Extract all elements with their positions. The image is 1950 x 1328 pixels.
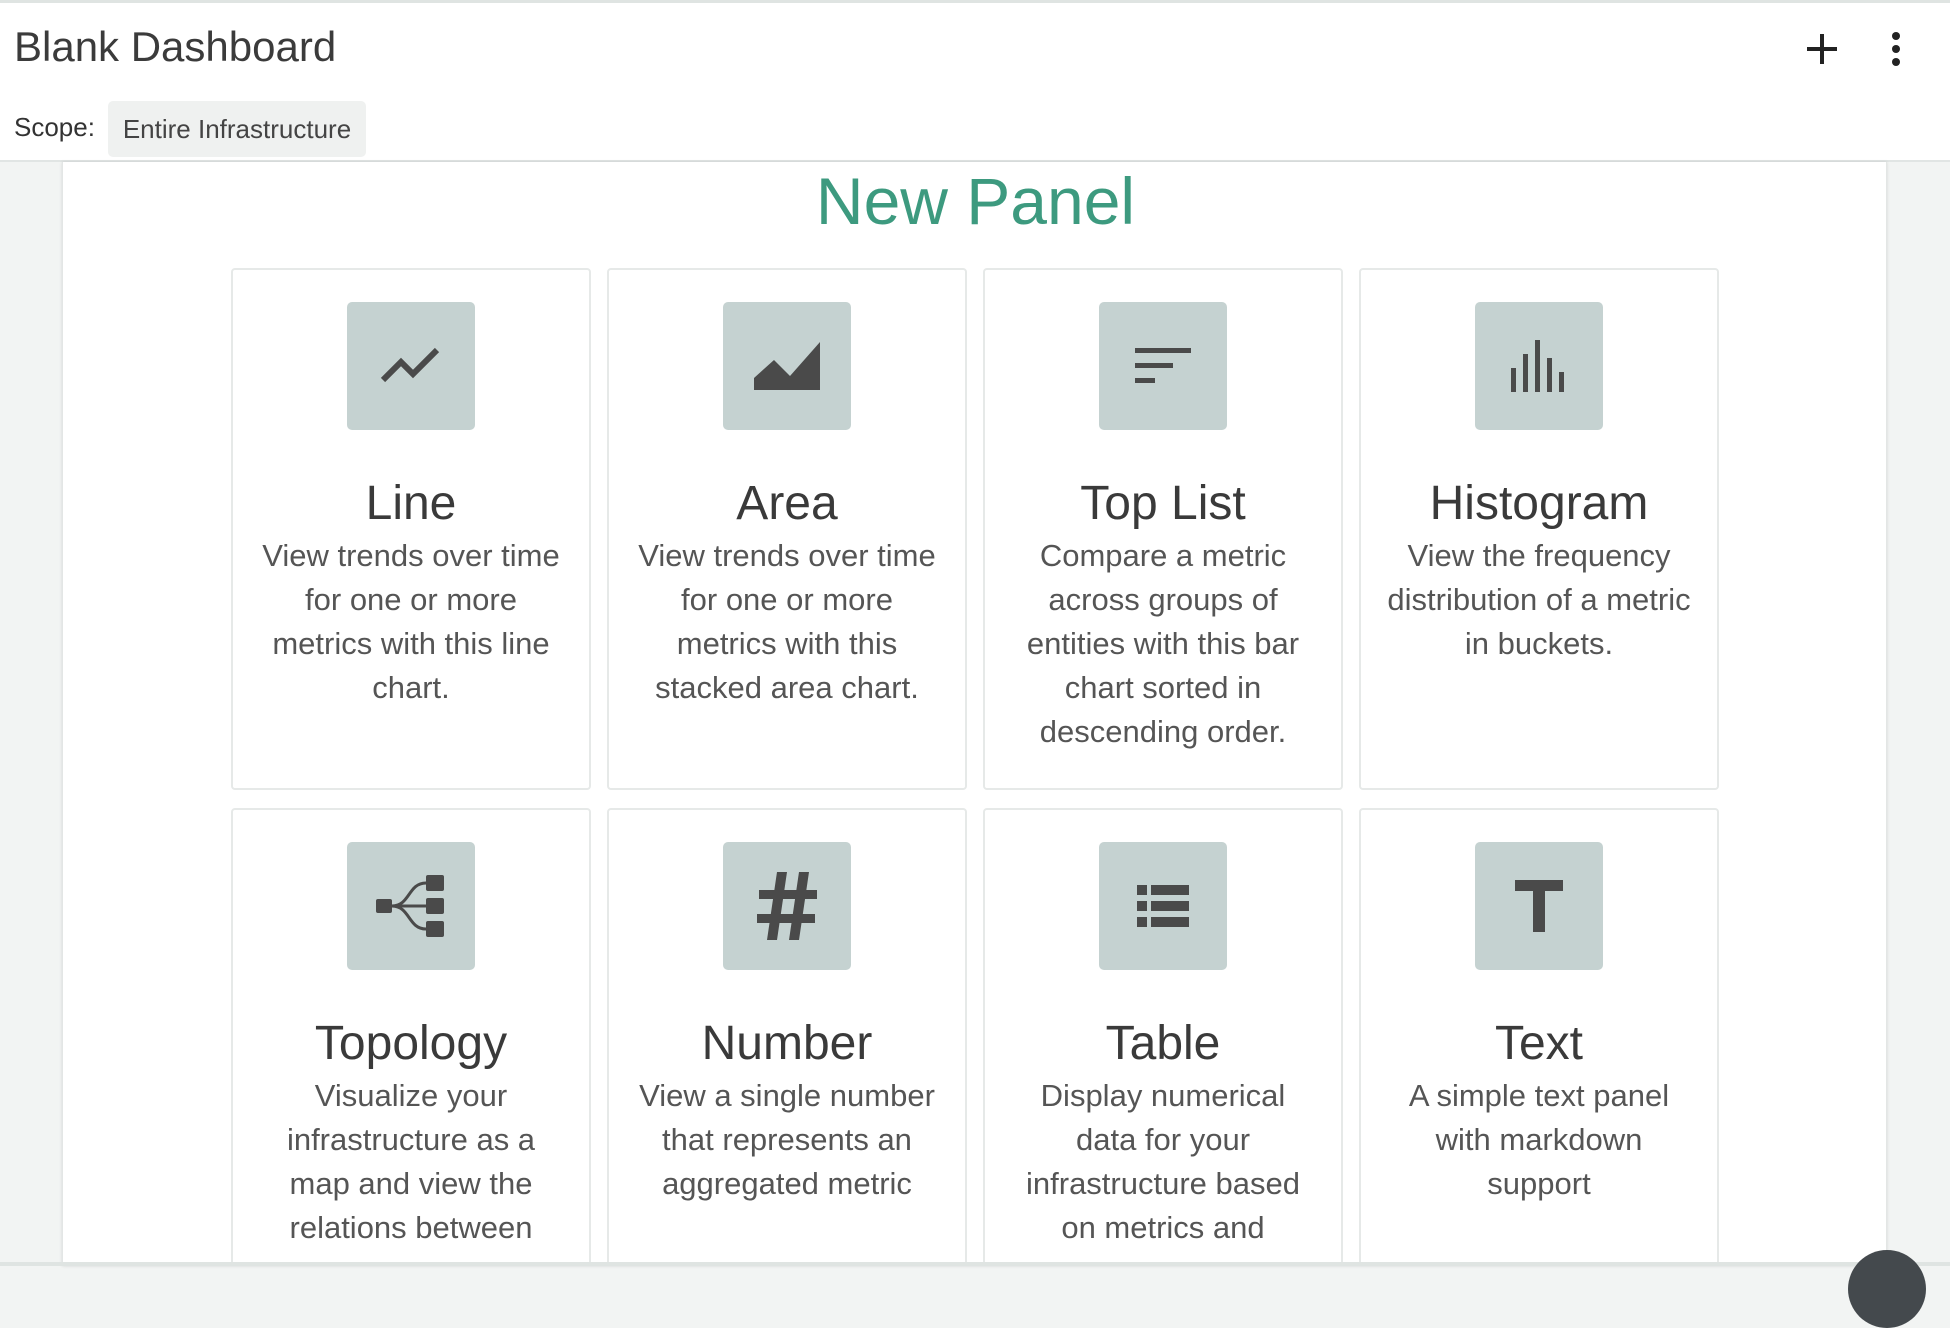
plus-icon[interactable] bbox=[1798, 25, 1846, 73]
panel-type-line[interactable]: Line View trends over time for one or mo… bbox=[231, 268, 591, 790]
sort-list-icon bbox=[1099, 302, 1227, 430]
floating-action-button[interactable] bbox=[1848, 1250, 1926, 1328]
scope-label: Scope: bbox=[14, 112, 95, 142]
panel-type-text[interactable]: Text A simple text panel with markdown s… bbox=[1359, 808, 1719, 1266]
card-title: Histogram bbox=[1429, 477, 1649, 530]
histogram-icon bbox=[1475, 302, 1603, 430]
panel-type-area[interactable]: Area View trends over time for one or mo… bbox=[607, 268, 967, 790]
card-description: A simple text panel with markdown suppor… bbox=[1408, 1078, 1670, 1201]
card-description: Visualize your infrastructure as a map a… bbox=[286, 1078, 536, 1245]
new-panel-dialog: New Panel Line View trends over time for… bbox=[62, 162, 1887, 1266]
card-description: View trends over time for one or more me… bbox=[262, 538, 560, 705]
line-chart-icon bbox=[347, 302, 475, 430]
dashboard-title: Blank Dashboard bbox=[14, 23, 337, 70]
card-description: Display numerical data for your infrastr… bbox=[1026, 1078, 1300, 1245]
panel-type-top-list[interactable]: Top List Compare a metric across groups … bbox=[983, 268, 1343, 790]
card-title: Top List bbox=[1080, 477, 1246, 530]
card-description: Compare a metric across groups of entiti… bbox=[1026, 538, 1300, 749]
table-list-icon bbox=[1099, 842, 1227, 970]
card-description: View a single number that represents an … bbox=[639, 1078, 935, 1201]
text-t-icon bbox=[1475, 842, 1603, 970]
card-title: Number bbox=[701, 1017, 873, 1070]
panel-title: New Panel bbox=[815, 164, 1136, 238]
hash-icon bbox=[723, 842, 851, 970]
area-chart-icon bbox=[723, 302, 851, 430]
dashboard-header: Blank Dashboard Scope: Entire Infrastruc… bbox=[0, 0, 1950, 162]
card-title: Text bbox=[1494, 1017, 1584, 1070]
card-title: Table bbox=[1105, 1017, 1221, 1070]
bottom-divider bbox=[0, 1262, 1950, 1266]
panel-type-histogram[interactable]: Histogram View the frequency distributio… bbox=[1359, 268, 1719, 790]
card-title: Line bbox=[365, 477, 457, 530]
scope-selector[interactable]: Entire Infrastructure bbox=[108, 101, 366, 157]
topology-icon bbox=[347, 842, 475, 970]
card-description: View the frequency distribution of a met… bbox=[1387, 538, 1691, 661]
card-title: Topology bbox=[314, 1017, 508, 1070]
panel-type-table[interactable]: Table Display numerical data for your in… bbox=[983, 808, 1343, 1266]
panel-type-number[interactable]: Number View a single number that represe… bbox=[607, 808, 967, 1266]
card-description: View trends over time for one or more me… bbox=[638, 538, 936, 705]
card-title: Area bbox=[736, 477, 838, 530]
vertical-dots-icon[interactable] bbox=[1872, 25, 1920, 73]
panel-type-topology[interactable]: Topology Visualize your infrastructure a… bbox=[231, 808, 591, 1266]
